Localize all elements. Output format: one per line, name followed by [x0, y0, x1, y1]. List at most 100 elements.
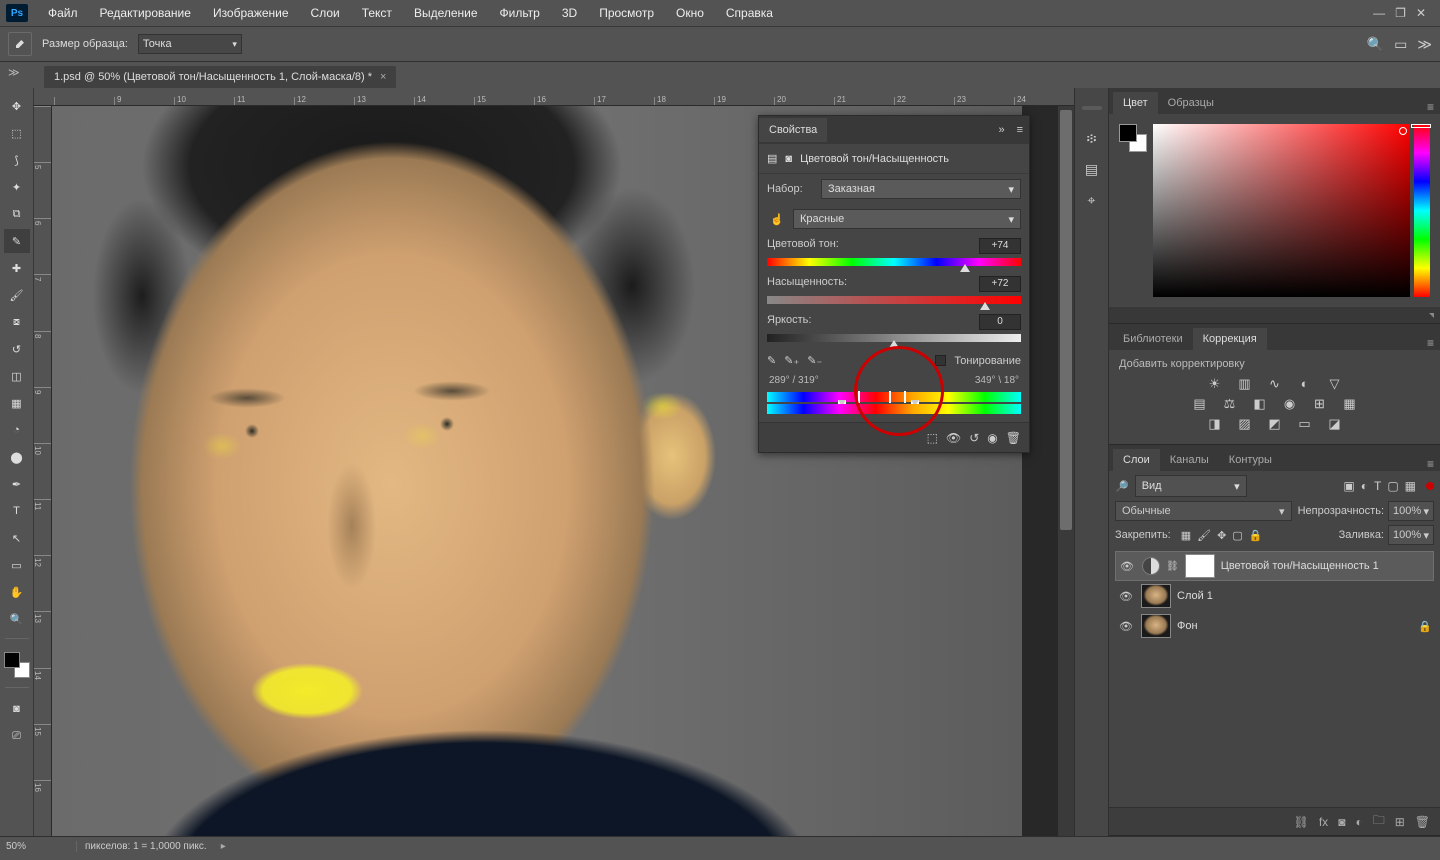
layer-item[interactable]: 👁 Слой 1: [1115, 581, 1434, 611]
sample-size-select[interactable]: Точка ▾: [138, 34, 242, 54]
channel-mixer-icon[interactable]: ⊞: [1310, 396, 1330, 412]
collapse-icon[interactable]: ≫: [1417, 36, 1432, 53]
filter-type-icon[interactable]: T: [1374, 479, 1381, 493]
panel-menu-icon[interactable]: ≡: [1011, 124, 1029, 136]
fg-color-swatch[interactable]: [1119, 124, 1137, 142]
reset-icon[interactable]: ↺: [969, 431, 979, 445]
threshold-icon[interactable]: ◩: [1265, 416, 1285, 432]
layer-background[interactable]: 👁 Фон 🔒: [1115, 611, 1434, 641]
foreground-background-swatches[interactable]: [4, 652, 30, 678]
eyedropper-subtract-icon[interactable]: ✎₋: [807, 354, 822, 367]
tab-overflow-icon[interactable]: ≫: [8, 66, 20, 79]
filter-toggle[interactable]: [1426, 482, 1434, 490]
color-balance-icon[interactable]: ⚖: [1220, 396, 1240, 412]
menu-layers[interactable]: Слои: [301, 2, 350, 24]
previous-state-icon[interactable]: ◉: [987, 431, 997, 445]
delete-adjustment-icon[interactable]: 🗑: [1006, 431, 1021, 445]
new-layer-icon[interactable]: ⊞: [1395, 815, 1405, 829]
hue-slider-thumb[interactable]: [960, 264, 970, 272]
dock-handle[interactable]: [1082, 106, 1102, 110]
lasso-tool[interactable]: ⟆: [4, 148, 30, 172]
magic-wand-tool[interactable]: ✦: [4, 175, 30, 199]
eraser-tool[interactable]: ◫: [4, 364, 30, 388]
rectangle-tool[interactable]: ▭: [4, 553, 30, 577]
hand-tool[interactable]: ✋: [4, 580, 30, 604]
gradient-map-icon[interactable]: ▭: [1295, 416, 1315, 432]
screen-mode-tool[interactable]: ⎚: [4, 724, 30, 748]
saturation-value-picker[interactable]: [1153, 124, 1410, 297]
saturation-slider-thumb[interactable]: [980, 302, 990, 310]
visibility-toggle-icon[interactable]: 👁: [1117, 590, 1135, 603]
hue-value-input[interactable]: +74: [979, 238, 1021, 254]
window-restore-icon[interactable]: ❐: [1395, 6, 1406, 20]
zoom-level[interactable]: 50%: [6, 841, 66, 852]
path-selection-tool[interactable]: ↖: [4, 526, 30, 550]
preset-select[interactable]: Заказная ▾: [821, 179, 1021, 199]
black-white-icon[interactable]: ◧: [1250, 396, 1270, 412]
quick-mask-tool[interactable]: ◙: [4, 697, 30, 721]
fill-input[interactable]: 100% ▾: [1388, 525, 1434, 545]
blur-tool[interactable]: ◔: [4, 418, 30, 442]
paths-tab[interactable]: Контуры: [1219, 449, 1282, 471]
menu-view[interactable]: Просмотр: [589, 2, 664, 24]
document-tab[interactable]: 1.psd @ 50% (Цветовой тон/Насыщенность 1…: [44, 66, 396, 88]
hue-saturation-icon[interactable]: ▤: [1190, 396, 1210, 412]
filter-shape-icon[interactable]: ▢: [1387, 479, 1398, 493]
range-center[interactable]: [889, 391, 891, 403]
filter-pixel-icon[interactable]: ▣: [1343, 479, 1354, 493]
panel-menu-icon[interactable]: ≡: [1421, 457, 1440, 471]
channels-tab[interactable]: Каналы: [1160, 449, 1219, 471]
range-start[interactable]: [858, 391, 860, 403]
color-lookup-icon[interactable]: ▦: [1340, 396, 1360, 412]
window-minimize-icon[interactable]: —: [1373, 6, 1385, 20]
filter-adjust-icon[interactable]: ◐: [1361, 479, 1368, 493]
eyedropper-sample-icon[interactable]: ✎: [767, 354, 776, 367]
targeted-adjust-icon[interactable]: ☝: [767, 213, 787, 226]
menu-help[interactable]: Справка: [716, 2, 783, 24]
levels-icon[interactable]: ▥: [1235, 376, 1255, 392]
toggle-visibility-icon[interactable]: 👁: [946, 431, 961, 445]
filter-kind-icon[interactable]: 🔎: [1115, 480, 1129, 493]
color-panel-resize[interactable]: [1109, 307, 1440, 323]
selective-color-icon[interactable]: ◪: [1325, 416, 1345, 432]
dodge-tool[interactable]: ⬤: [4, 445, 30, 469]
delete-layer-icon[interactable]: 🗑: [1415, 815, 1430, 829]
hue-slider[interactable]: [1414, 124, 1430, 297]
marquee-tool[interactable]: ⬚: [4, 121, 30, 145]
new-group-icon[interactable]: 🗀: [1373, 811, 1385, 832]
lock-pixels-icon[interactable]: 🖌: [1197, 529, 1211, 542]
menu-text[interactable]: Текст: [352, 2, 402, 24]
healing-brush-tool[interactable]: ✚: [4, 256, 30, 280]
layer-name[interactable]: Фон: [1177, 620, 1412, 632]
lock-position-icon[interactable]: ✥: [1217, 529, 1226, 542]
channel-select[interactable]: Красные ▾: [793, 209, 1021, 229]
menu-window[interactable]: Окно: [666, 2, 714, 24]
menu-filter[interactable]: Фильтр: [490, 2, 550, 24]
layer-name[interactable]: Слой 1: [1177, 590, 1432, 602]
window-close-icon[interactable]: ✕: [1416, 6, 1426, 20]
actions-panel-icon[interactable]: ▤: [1085, 161, 1098, 178]
vibrance-icon[interactable]: ▽: [1325, 376, 1345, 392]
libraries-tab[interactable]: Библиотеки: [1113, 328, 1193, 350]
filter-kind-select[interactable]: Вид ▾: [1135, 475, 1247, 497]
layer-name[interactable]: Цветовой тон/Насыщенность 1: [1221, 560, 1431, 572]
menu-edit[interactable]: Редактирование: [90, 2, 201, 24]
lock-transparent-icon[interactable]: ▦: [1181, 529, 1191, 542]
layer-thumbnail[interactable]: [1141, 584, 1171, 608]
layer-mask-thumbnail[interactable]: [1185, 554, 1215, 578]
swatches-tab[interactable]: Образцы: [1158, 92, 1224, 114]
gradient-tool[interactable]: ▦: [4, 391, 30, 415]
color-swatch-toggle[interactable]: [1119, 124, 1147, 152]
lightness-slider-thumb[interactable]: [889, 340, 899, 348]
status-info[interactable]: пикселов: 1 = 1,0000 пикс.: [76, 841, 207, 852]
blend-mode-select[interactable]: Обычные ▾: [1115, 501, 1292, 521]
layer-thumbnail[interactable]: [1141, 614, 1171, 638]
filter-smart-icon[interactable]: ▦: [1405, 479, 1416, 493]
close-tab-icon[interactable]: ×: [380, 71, 386, 83]
opacity-input[interactable]: 100% ▾: [1388, 501, 1434, 521]
current-tool-indicator[interactable]: [8, 32, 32, 56]
posterize-icon[interactable]: ▨: [1235, 416, 1255, 432]
hue-range-input-strip[interactable]: [767, 392, 1021, 402]
saturation-value-input[interactable]: +72: [979, 276, 1021, 292]
exposure-icon[interactable]: ◐: [1295, 376, 1315, 392]
